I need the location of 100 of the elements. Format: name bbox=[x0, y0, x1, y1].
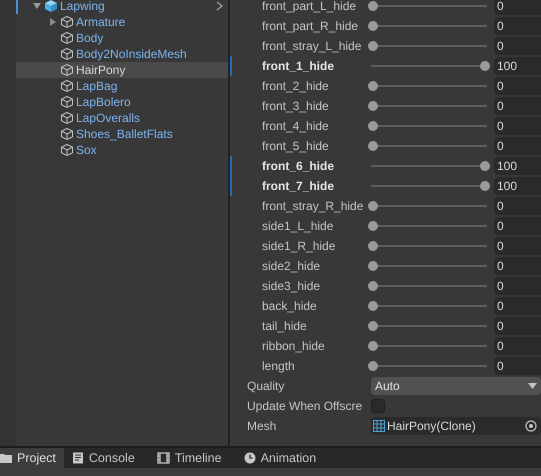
blend-shape-label: front_4_hide bbox=[262, 118, 330, 135]
blend-shape-label: front_5_hide bbox=[262, 138, 330, 155]
slider-track[interactable] bbox=[368, 321, 490, 331]
checkbox[interactable] bbox=[371, 399, 385, 413]
value-field[interactable]: 0 bbox=[494, 337, 541, 355]
object-picker-icon[interactable] bbox=[525, 420, 537, 432]
slider-thumb[interactable] bbox=[368, 101, 378, 111]
mesh-grid-icon bbox=[373, 420, 385, 432]
object-field[interactable]: HairPony(Clone) bbox=[371, 417, 541, 435]
value-field[interactable]: 0 bbox=[494, 0, 541, 15]
blend-shape-label: front_part_R_hide bbox=[262, 18, 360, 35]
slider-track[interactable] bbox=[368, 41, 490, 51]
value-field[interactable]: 100 bbox=[494, 157, 541, 175]
slider-thumb[interactable] bbox=[368, 21, 378, 31]
slider-track[interactable] bbox=[368, 21, 490, 31]
blend-shape-label: front_1_hide bbox=[262, 58, 336, 75]
slider-track[interactable] bbox=[368, 121, 490, 131]
slider-track[interactable] bbox=[368, 281, 490, 291]
console-icon bbox=[72, 452, 84, 464]
panel-tab[interactable]: Console bbox=[64, 448, 149, 468]
blend-shape-label: side1_R_hide bbox=[262, 238, 336, 255]
value-field[interactable]: 100 bbox=[494, 177, 541, 195]
slider-track[interactable] bbox=[368, 1, 490, 11]
value-field[interactable]: 0 bbox=[494, 217, 541, 235]
slider-track[interactable] bbox=[368, 181, 490, 191]
slider-thumb[interactable] bbox=[368, 141, 378, 151]
value-field[interactable]: 0 bbox=[494, 357, 541, 375]
override-marker bbox=[230, 56, 232, 76]
tree-item-label: HairPony bbox=[76, 62, 126, 79]
value-field[interactable]: 0 bbox=[494, 257, 541, 275]
slider-track[interactable] bbox=[368, 361, 490, 371]
blend-shape-label: front_2_hide bbox=[262, 78, 330, 95]
cube-icon bbox=[60, 63, 74, 77]
quality-dropdown[interactable]: Auto bbox=[371, 377, 541, 395]
slider-thumb[interactable] bbox=[368, 281, 378, 291]
blend-shape-label: front_7_hide bbox=[262, 178, 336, 195]
slider-track[interactable] bbox=[368, 261, 490, 271]
slider-thumb[interactable] bbox=[368, 81, 378, 91]
cube-icon bbox=[60, 111, 74, 125]
tree-row[interactable]: LapOveralls bbox=[16, 110, 228, 126]
blend-shape-label: back_hide bbox=[262, 298, 318, 315]
value-field[interactable]: 0 bbox=[494, 97, 541, 115]
tree-row[interactable]: Armature bbox=[16, 14, 228, 30]
panel-tab[interactable]: Project bbox=[0, 448, 64, 468]
panel-tab[interactable]: Animation bbox=[236, 448, 330, 468]
tree-row[interactable]: LapBag bbox=[16, 78, 228, 94]
value-field[interactable]: 0 bbox=[494, 117, 541, 135]
slider-track[interactable] bbox=[368, 81, 490, 91]
slider-thumb[interactable] bbox=[368, 261, 378, 271]
slider-track[interactable] bbox=[368, 341, 490, 351]
expand-arrow-icon[interactable] bbox=[32, 1, 42, 11]
slider-thumb[interactable] bbox=[368, 241, 378, 251]
tree-item-label: Body bbox=[76, 30, 104, 47]
tree-row[interactable]: Body2NoInsideMesh bbox=[16, 46, 228, 62]
tree-row[interactable]: Shoes_BalletFlats bbox=[16, 126, 228, 142]
property-label: Mesh bbox=[247, 418, 278, 435]
panel-tab[interactable]: Timeline bbox=[148, 448, 236, 468]
slider-thumb[interactable] bbox=[480, 181, 490, 191]
cube-icon bbox=[60, 127, 74, 141]
slider-track[interactable] bbox=[368, 221, 490, 231]
blend-shape-label: front_stray_L_hide bbox=[262, 38, 362, 55]
slider-track[interactable] bbox=[368, 301, 490, 311]
slider-thumb[interactable] bbox=[480, 61, 490, 71]
slider-thumb[interactable] bbox=[368, 341, 378, 351]
value-field[interactable]: 100 bbox=[494, 57, 541, 75]
tree-item-label: Body2NoInsideMesh bbox=[76, 46, 187, 63]
slider-thumb[interactable] bbox=[480, 161, 490, 171]
slider-thumb[interactable] bbox=[368, 361, 378, 371]
value-field[interactable]: 0 bbox=[494, 237, 541, 255]
slider-thumb[interactable] bbox=[368, 221, 378, 231]
tree-item-label: Sox bbox=[76, 142, 97, 159]
property-label: Quality bbox=[247, 378, 286, 395]
slider-track[interactable] bbox=[368, 201, 490, 211]
blend-shape-label: front_6_hide bbox=[262, 158, 336, 175]
value-field[interactable]: 0 bbox=[494, 277, 541, 295]
slider-track[interactable] bbox=[368, 61, 490, 71]
chevron-right-icon[interactable] bbox=[216, 1, 224, 11]
slider-thumb[interactable] bbox=[368, 1, 378, 11]
value-field[interactable]: 0 bbox=[494, 17, 541, 35]
slider-track[interactable] bbox=[368, 141, 490, 151]
tree-row[interactable]: HairPony bbox=[16, 62, 228, 78]
value-field[interactable]: 0 bbox=[494, 37, 541, 55]
tree-row[interactable]: LapBolero bbox=[16, 94, 228, 110]
slider-thumb[interactable] bbox=[368, 321, 378, 331]
slider-track[interactable] bbox=[368, 101, 490, 111]
slider-thumb[interactable] bbox=[368, 201, 378, 211]
tree-row[interactable]: Sox bbox=[16, 142, 228, 158]
slider-track[interactable] bbox=[368, 161, 490, 171]
value-field[interactable]: 0 bbox=[494, 137, 541, 155]
tree-row[interactable]: Body bbox=[16, 30, 228, 46]
slider-track[interactable] bbox=[368, 241, 490, 251]
tree-item[interactable]: Lapwing bbox=[60, 0, 105, 15]
value-field[interactable]: 0 bbox=[494, 297, 541, 315]
slider-thumb[interactable] bbox=[368, 41, 378, 51]
value-field[interactable]: 0 bbox=[494, 197, 541, 215]
value-field[interactable]: 0 bbox=[494, 317, 541, 335]
slider-thumb[interactable] bbox=[368, 121, 378, 131]
slider-thumb[interactable] bbox=[368, 301, 378, 311]
expand-arrow-icon[interactable] bbox=[49, 17, 57, 27]
value-field[interactable]: 0 bbox=[494, 77, 541, 95]
